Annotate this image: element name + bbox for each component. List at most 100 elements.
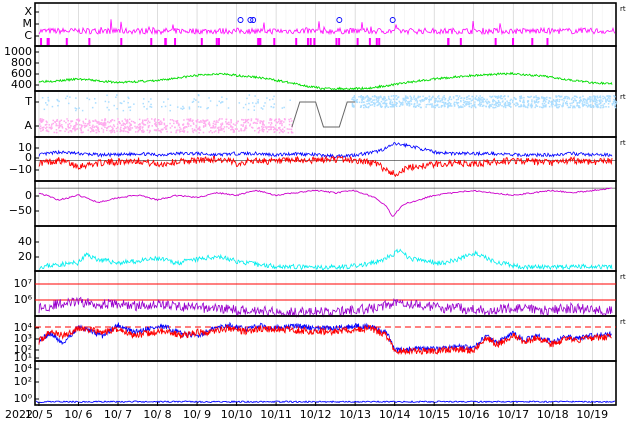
- toward-sector-dot: [273, 103, 276, 105]
- away-sector-dot: [67, 119, 69, 122]
- away-sector-dot: [82, 122, 85, 124]
- away-sector-dot: [131, 127, 134, 129]
- toward-sector-dot: [81, 109, 84, 112]
- away-sector-dot: [113, 125, 116, 128]
- toward-sector-dot: [504, 106, 507, 109]
- toward-sector-dot: [422, 95, 424, 98]
- toward-sector-dot: [361, 97, 364, 100]
- away-sector-dot: [159, 130, 161, 132]
- away-sector-dot: [269, 119, 271, 121]
- away-sector-dot: [223, 126, 226, 128]
- toward-sector-dot: [607, 106, 610, 108]
- away-sector-dot: [188, 123, 190, 125]
- rt-label: rt: [620, 273, 626, 281]
- away-sector-dot: [119, 122, 121, 125]
- toward-sector-dot: [472, 95, 474, 98]
- away-sector-dot: [247, 121, 249, 124]
- away-sector-dot: [134, 125, 136, 128]
- away-sector-dot: [39, 127, 42, 130]
- toward-sector-dot: [566, 96, 569, 98]
- toward-sector-dot: [410, 100, 412, 103]
- away-sector-dot: [154, 122, 157, 125]
- toward-sector-dot: [492, 100, 494, 102]
- toward-sector-dot: [462, 106, 464, 108]
- toward-sector-dot: [69, 96, 71, 98]
- toward-sector-dot: [246, 97, 248, 100]
- away-sector-dot: [44, 124, 47, 126]
- toward-sector-dot: [431, 106, 433, 108]
- toward-sector-dot: [289, 99, 291, 101]
- away-sector-dot: [250, 119, 253, 122]
- toward-sector-dot: [416, 100, 419, 102]
- away-sector-dot: [133, 122, 136, 124]
- away-sector-dot: [161, 129, 164, 131]
- away-sector-dot: [111, 129, 114, 131]
- toward-sector-dot: [569, 106, 571, 109]
- flare-marker-bar: [65, 38, 68, 45]
- toward-sector-dot: [402, 103, 404, 105]
- toward-sector-dot: [479, 104, 481, 106]
- away-sector-dot: [192, 131, 195, 134]
- toward-sector-dot: [496, 101, 498, 104]
- toward-sector-dot: [379, 104, 382, 106]
- away-sector-dot: [76, 127, 79, 130]
- away-sector-dot: [77, 118, 80, 120]
- toward-sector-dot: [457, 97, 460, 99]
- away-sector-dot: [263, 124, 266, 126]
- away-sector-dot: [101, 119, 103, 121]
- away-sector-dot: [198, 131, 200, 134]
- away-sector-dot: [58, 122, 61, 125]
- toward-sector-dot: [143, 105, 145, 108]
- toward-sector-dot: [392, 98, 395, 101]
- toward-sector-dot: [197, 105, 200, 108]
- away-sector-dot: [267, 126, 270, 128]
- away-sector-dot: [204, 125, 207, 127]
- away-sector-dot: [175, 131, 177, 134]
- away-sector-dot: [175, 122, 178, 124]
- toward-sector-dot: [143, 98, 145, 100]
- away-sector-dot: [286, 128, 289, 130]
- toward-sector-dot: [358, 101, 361, 104]
- away-sector-dot: [157, 128, 159, 130]
- away-sector-dot: [108, 121, 111, 124]
- toward-sector-dot: [579, 106, 581, 109]
- toward-sector-dot: [556, 98, 559, 101]
- toward-sector-dot: [545, 104, 547, 106]
- electron-panel: 10⁷ 10⁶ rt: [14, 270, 626, 318]
- away-sector-dot: [176, 120, 178, 123]
- toward-sector-dot: [395, 98, 398, 101]
- toward-sector-dot: [541, 103, 544, 105]
- away-sector-dot: [65, 121, 67, 124]
- flare-marker-bar: [313, 38, 316, 45]
- toward-sector-dot: [563, 100, 565, 102]
- away-sector-dot: [288, 120, 291, 123]
- toward-sector-dot: [133, 103, 135, 105]
- toward-sector-dot: [396, 102, 398, 105]
- toward-sector-dot: [490, 96, 493, 99]
- toward-sector-dot: [573, 105, 576, 108]
- toward-sector-dot: [413, 96, 415, 99]
- toward-sector-dot: [538, 97, 541, 100]
- away-sector-dot: [204, 122, 206, 125]
- toward-sector-dot: [550, 101, 552, 103]
- away-sector-dot: [237, 120, 239, 123]
- toward-sector-dot: [545, 98, 548, 101]
- away-sector-dot: [172, 120, 175, 122]
- toward-sector-dot: [499, 102, 502, 104]
- toward-sector-dot: [519, 100, 522, 103]
- away-sector-dot: [268, 129, 270, 131]
- toward-sector-dot: [449, 95, 451, 98]
- toward-sector-dot: [447, 102, 449, 105]
- away-sector-dot: [211, 131, 214, 134]
- speed-panel: 1000800600400: [4, 45, 617, 92]
- away-sector-dot: [219, 126, 222, 128]
- away-sector-dot: [210, 126, 212, 129]
- toward-sector-dot: [431, 103, 433, 105]
- toward-sector-dot: [533, 100, 536, 102]
- toward-sector-dot: [572, 97, 574, 99]
- toward-sector-dot: [106, 94, 108, 97]
- toward-sector-dot: [365, 96, 367, 98]
- toward-sector-dot: [169, 109, 171, 112]
- away-sector-dot: [236, 122, 238, 125]
- toward-sector-dot: [437, 104, 439, 106]
